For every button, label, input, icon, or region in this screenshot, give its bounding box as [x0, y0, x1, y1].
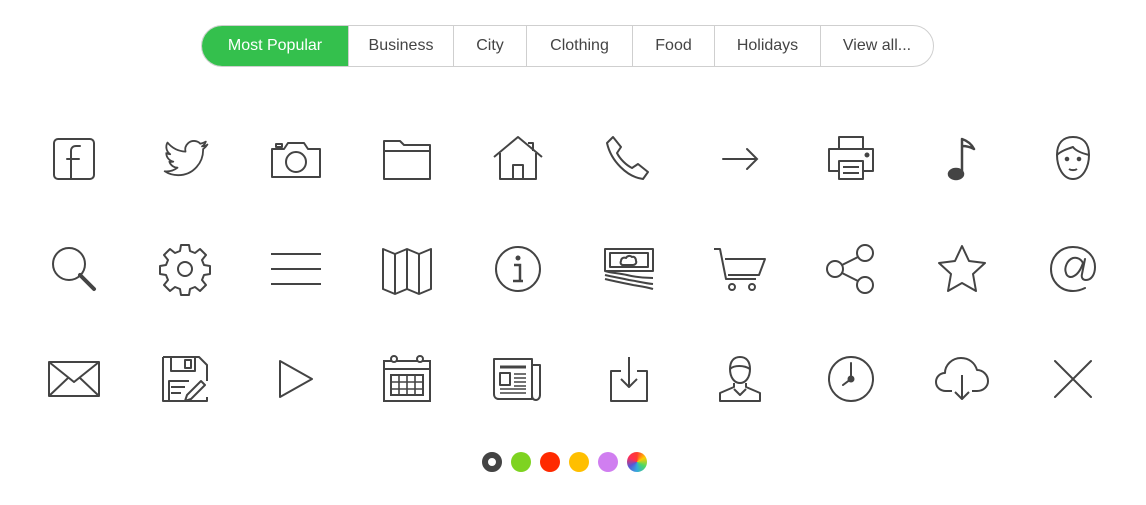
user-icon[interactable] [684, 324, 795, 434]
icon-grid [18, 104, 1128, 434]
user-face-icon[interactable] [1017, 104, 1128, 214]
music-note-icon[interactable] [906, 104, 1017, 214]
shopping-cart-icon[interactable] [684, 214, 795, 324]
swatch-purple[interactable] [598, 452, 618, 472]
download-icon[interactable] [573, 324, 684, 434]
twitter-icon[interactable] [129, 104, 240, 214]
search-icon[interactable] [18, 214, 129, 324]
tab-most-popular[interactable]: Most Popular [202, 26, 348, 66]
menu-icon[interactable] [240, 214, 351, 324]
tab-food[interactable]: Food [632, 26, 714, 66]
gear-icon[interactable] [129, 214, 240, 324]
tab-holidays[interactable]: Holidays [714, 26, 820, 66]
phone-icon[interactable] [573, 104, 684, 214]
swatch-yellow[interactable] [569, 452, 589, 472]
cloud-download-icon[interactable] [906, 324, 1017, 434]
swatch-multicolor[interactable] [627, 452, 647, 472]
envelope-icon[interactable] [18, 324, 129, 434]
tab-city[interactable]: City [453, 26, 526, 66]
tab-view-all[interactable]: View all... [820, 26, 933, 66]
swatch-green[interactable] [511, 452, 531, 472]
close-icon[interactable] [1017, 324, 1128, 434]
star-icon[interactable] [906, 214, 1017, 324]
printer-icon[interactable] [795, 104, 906, 214]
map-icon[interactable] [351, 214, 462, 324]
info-icon[interactable] [462, 214, 573, 324]
tab-clothing[interactable]: Clothing [526, 26, 632, 66]
clock-icon[interactable] [795, 324, 906, 434]
save-edit-icon[interactable] [129, 324, 240, 434]
share-icon[interactable] [795, 214, 906, 324]
camera-icon[interactable] [240, 104, 351, 214]
category-tabs: Most Popular Business City Clothing Food… [201, 25, 934, 67]
calendar-icon[interactable] [351, 324, 462, 434]
color-swatches [482, 452, 647, 472]
tab-business[interactable]: Business [348, 26, 453, 66]
facebook-icon[interactable] [18, 104, 129, 214]
home-icon[interactable] [462, 104, 573, 214]
arrow-right-icon[interactable] [684, 104, 795, 214]
play-icon[interactable] [240, 324, 351, 434]
at-sign-icon[interactable] [1017, 214, 1128, 324]
folder-icon[interactable] [351, 104, 462, 214]
swatch-dark-gray[interactable] [482, 452, 502, 472]
swatch-red[interactable] [540, 452, 560, 472]
money-icon[interactable] [573, 214, 684, 324]
newspaper-icon[interactable] [462, 324, 573, 434]
